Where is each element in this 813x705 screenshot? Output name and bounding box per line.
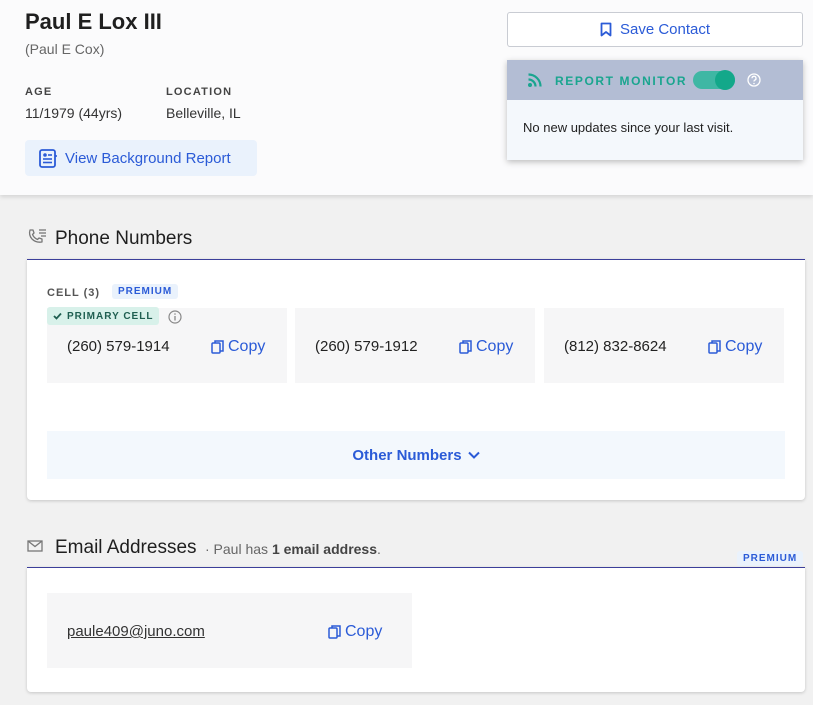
email-summary-count: 1 email address — [271, 541, 377, 557]
copy-label: Copy — [725, 338, 763, 355]
info-icon[interactable] — [168, 310, 182, 324]
phone-number: (260) 579-1912 — [315, 338, 418, 355]
age-label: AGE — [25, 86, 53, 98]
bookmark-icon — [600, 22, 612, 37]
copy-label: Copy — [476, 338, 514, 355]
phone-numbers-card: CELL (3) PREMIUM (260) 579-1914 Copy PRI… — [27, 259, 805, 500]
copy-label: Copy — [228, 338, 266, 355]
check-icon — [53, 312, 62, 320]
report-monitor-panel: REPORT MONITOR No new updates since your… — [507, 60, 803, 160]
view-background-report-button[interactable]: View Background Report — [25, 140, 257, 176]
copy-phone-button[interactable]: Copy — [211, 338, 265, 356]
email-summary: · Paul has 1 email address. — [205, 541, 381, 557]
person-alias: (Paul E Cox) — [25, 41, 105, 57]
save-contact-label: Save Contact — [619, 21, 711, 38]
copy-label: Copy — [345, 623, 383, 640]
phone-number: (812) 832-8624 — [564, 338, 667, 355]
email-address-link[interactable]: paule409@juno.com — [67, 623, 205, 640]
primary-cell-label: PRIMARY CELL — [67, 310, 154, 322]
chevron-down-icon — [467, 451, 480, 459]
location-value: Belleville, IL — [166, 105, 241, 121]
save-contact-button[interactable]: Save Contact — [507, 12, 803, 47]
primary-cell-badge: PRIMARY CELL — [47, 307, 160, 325]
email-addresses-card: paule409@juno.com Copy — [27, 567, 805, 692]
report-monitor-message: No new updates since your last visit. — [523, 120, 734, 135]
profile-header: Paul E Lox III (Paul E Cox) AGE 11/1979 … — [0, 0, 813, 195]
report-document-icon — [39, 148, 57, 168]
copy-icon — [328, 625, 341, 639]
person-name: Paul E Lox III — [25, 9, 162, 34]
copy-email-button[interactable]: Copy — [328, 623, 382, 641]
copy-icon — [211, 340, 224, 354]
phone-list-icon — [28, 229, 46, 243]
report-monitor-bar: REPORT MONITOR — [507, 60, 803, 100]
phone-number: (260) 579-1914 — [67, 338, 170, 355]
other-numbers-label: Other Numbers — [352, 446, 462, 464]
copy-icon — [708, 340, 721, 354]
view-report-label: View Background Report — [65, 149, 231, 167]
other-numbers-button[interactable]: Other Numbers — [47, 431, 785, 479]
copy-icon — [459, 340, 472, 354]
email-card: paule409@juno.com Copy — [47, 593, 412, 668]
phone-card-3: (812) 832-8624 Copy — [544, 308, 784, 383]
email-addresses-heading: Email Addresses — [55, 537, 197, 558]
premium-badge: PREMIUM — [112, 284, 179, 299]
location-label: LOCATION — [166, 86, 233, 98]
phone-numbers-heading: Phone Numbers — [55, 228, 193, 249]
envelope-icon — [27, 540, 43, 552]
toggle-knob — [715, 70, 735, 90]
email-summary-suffix: . — [377, 541, 381, 557]
age-value: 11/1979 (44yrs) — [25, 105, 123, 121]
cell-count-label: CELL (3) — [47, 287, 101, 299]
report-monitor-toggle[interactable] — [693, 70, 735, 90]
help-question-icon[interactable] — [747, 73, 761, 87]
copy-phone-button[interactable]: Copy — [459, 338, 513, 356]
phone-card-2: (260) 579-1912 Copy — [295, 308, 535, 383]
premium-badge: PREMIUM — [737, 551, 804, 566]
rss-feed-icon — [528, 73, 542, 87]
copy-phone-button[interactable]: Copy — [708, 338, 762, 356]
report-monitor-title: REPORT MONITOR — [555, 74, 688, 88]
email-summary-prefix: · Paul has — [205, 541, 269, 557]
